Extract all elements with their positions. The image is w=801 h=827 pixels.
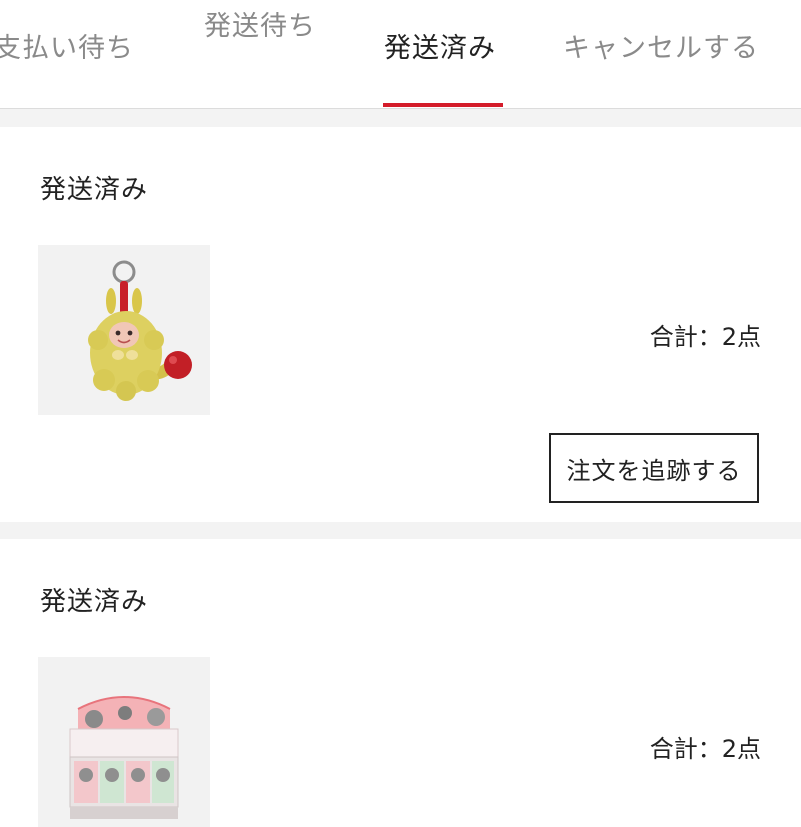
- tab-awaiting-payment[interactable]: 支払い待ち: [0, 26, 134, 65]
- plush-keychain-image: [88, 260, 192, 401]
- product-thumbnail[interactable]: [38, 245, 210, 415]
- order-status-tabs: 支払い待ち 発送待ち 発送済み キャンセルする: [0, 0, 801, 109]
- order-total: 合計：2点: [649, 735, 761, 763]
- order-total: 合計：2点: [649, 323, 761, 351]
- active-tab-indicator: [383, 103, 503, 107]
- order-card[interactable]: 発送済み 合計：2点 注文を追跡する: [0, 127, 801, 522]
- order-status-label: 発送済み: [40, 175, 149, 205]
- track-order-button[interactable]: 注文を追跡する: [549, 433, 759, 503]
- tab-shipped[interactable]: 発送済み: [384, 26, 496, 65]
- section-divider: [0, 109, 801, 127]
- order-card[interactable]: 発送済み 合計：2点: [0, 539, 801, 827]
- blind-box-set-image: [69, 696, 179, 819]
- product-thumbnail[interactable]: [38, 657, 210, 827]
- tab-cancelled[interactable]: キャンセルする: [563, 26, 759, 65]
- section-divider: [0, 522, 801, 539]
- tab-awaiting-shipment[interactable]: 発送待ち: [204, 4, 316, 43]
- order-status-label: 発送済み: [40, 587, 149, 617]
